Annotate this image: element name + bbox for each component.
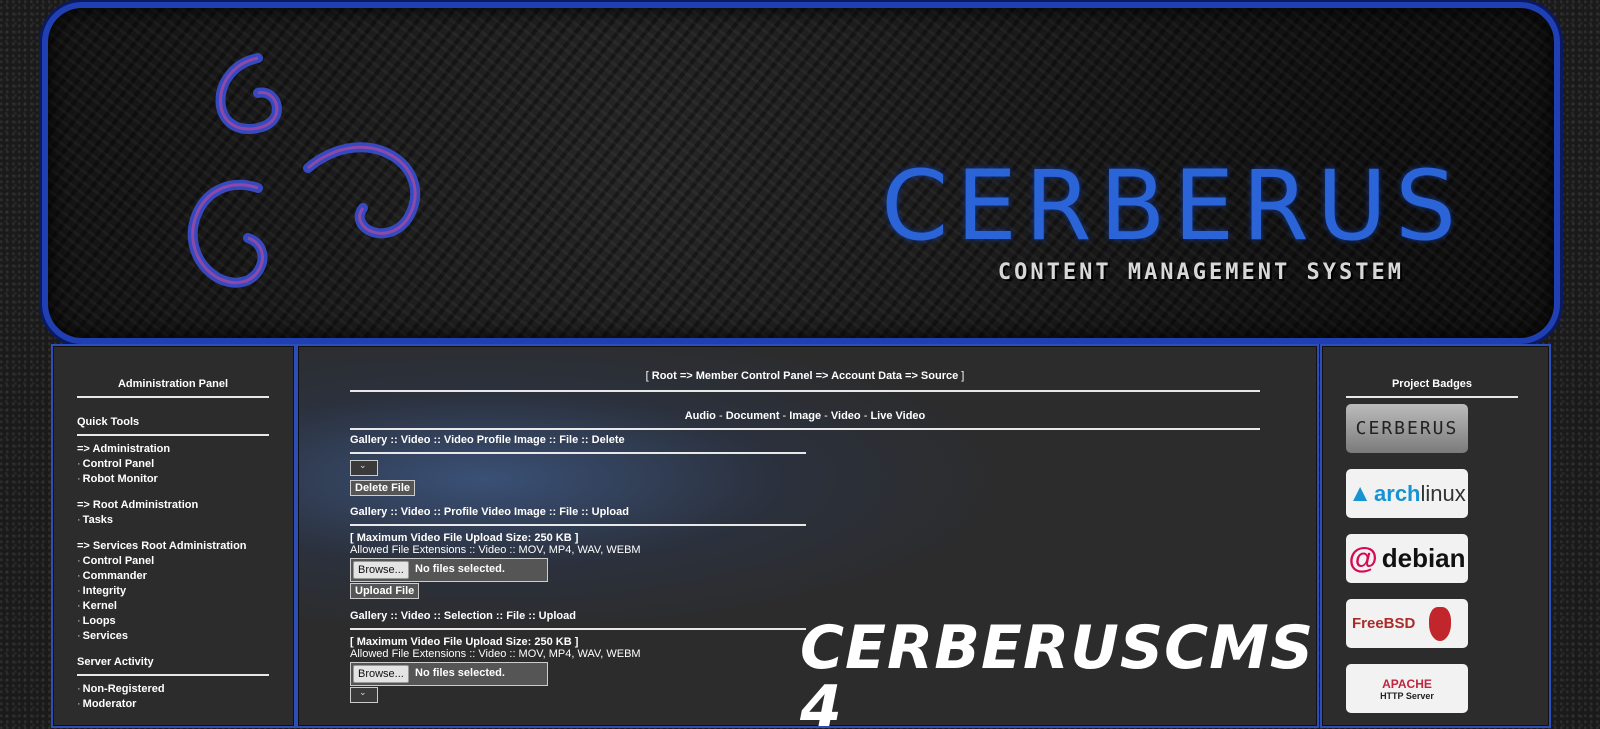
allowed-extensions-text: Allowed File Extensions :: Video :: MOV,…	[350, 544, 641, 556]
main-content: [ Root => Member Control Panel => Accoun…	[296, 344, 1319, 728]
bullet-icon: ·	[77, 514, 81, 526]
divider	[350, 628, 806, 630]
divider	[77, 434, 269, 436]
chevron-down-icon: ⌄	[359, 687, 367, 697]
badge-debian[interactable]: @ debian	[1346, 534, 1468, 583]
server-activity-heading: Server Activity	[77, 656, 154, 668]
browse-button[interactable]: Browse...	[353, 561, 409, 579]
badge-archlinux[interactable]: ▲ arch linux	[1346, 469, 1468, 518]
cms-watermark: CERBERUSCMS 4	[800, 613, 1315, 728]
divider	[1346, 396, 1518, 398]
bullet-icon: ·	[77, 698, 81, 710]
bullet-icon: ·	[77, 555, 81, 567]
delete-file-select[interactable]: ⌄	[350, 460, 378, 476]
bullet-icon: ·	[77, 600, 81, 612]
delete-file-button[interactable]: Delete File	[350, 480, 416, 496]
bsd-daemon-icon	[1429, 606, 1452, 641]
debian-swirl-icon: @	[1348, 541, 1378, 575]
header-banner: CERBERUS CONTENT MANAGEMENT SYSTEM	[48, 8, 1554, 338]
breadcrumb-path[interactable]: Root => Member Control Panel => Account …	[652, 370, 958, 382]
category-video[interactable]: Video	[831, 410, 861, 422]
bullet-icon: ·	[77, 585, 81, 597]
link-kernel[interactable]: · Kernel	[77, 599, 269, 614]
triskelion-logo-icon	[187, 53, 420, 288]
badge-cerberus-label: CERBERUS	[1355, 418, 1459, 439]
admin-panel-title: Administration Panel	[117, 378, 229, 390]
file-status-text: No files selected.	[415, 667, 505, 679]
divider	[350, 452, 806, 454]
divider	[350, 428, 1260, 430]
project-badges-title: Project Badges	[1391, 378, 1473, 390]
link-root-administration[interactable]: => Root Administration	[77, 498, 269, 513]
bullet-icon: ·	[77, 683, 81, 695]
link-services-control-panel[interactable]: · Control Panel	[77, 554, 269, 569]
quick-tools-heading: Quick Tools	[77, 416, 140, 428]
link-services[interactable]: · Services	[77, 629, 269, 644]
link-admin-control-panel[interactable]: · Control Panel	[77, 457, 269, 472]
arch-logo-icon: ▲	[1348, 479, 1373, 507]
delete-form: Gallery :: Video :: Video Profile Image …	[350, 434, 806, 496]
divider	[77, 674, 269, 676]
link-robot-monitor[interactable]: · Robot Monitor	[77, 472, 269, 487]
badges-sidebar: Project Badges CERBERUS ▲ arch linux @ de…	[1320, 344, 1551, 728]
category-image[interactable]: Image	[789, 410, 821, 422]
max-size-text: [ Maximum Video File Upload Size: 250 KB…	[350, 532, 579, 544]
banner-subtitle: CONTENT MANAGEMENT SYSTEM	[997, 260, 1404, 285]
bullet-icon: ·	[77, 570, 81, 582]
category-document[interactable]: Document	[726, 410, 780, 422]
breadcrumb: [ Root => Member Control Panel => Accoun…	[645, 370, 965, 382]
divider	[350, 390, 1260, 392]
upload-selection-form: Gallery :: Video :: Selection :: File ::…	[350, 610, 806, 706]
profile-file-input[interactable]: Browse... No files selected.	[350, 558, 548, 582]
upload-file-button[interactable]: Upload File	[350, 583, 420, 599]
category-nav: Audio - Document - Image - Video - Live …	[684, 410, 926, 422]
activity-non-registered: · Non-Registered	[77, 683, 165, 695]
link-services-root-administration[interactable]: => Services Root Administration	[77, 539, 269, 554]
divider	[350, 524, 806, 526]
activity-moderator: · Moderator	[77, 698, 137, 710]
bullet-icon: ·	[77, 615, 81, 627]
link-tasks[interactable]: · Tasks	[77, 513, 269, 528]
badge-cerberus[interactable]: CERBERUS	[1346, 404, 1468, 453]
divider	[77, 396, 269, 398]
selection-file-input[interactable]: Browse... No files selected.	[350, 662, 548, 686]
link-integrity[interactable]: · Integrity	[77, 584, 269, 599]
file-status-text: No files selected.	[415, 563, 505, 575]
delete-form-heading: Gallery :: Video :: Video Profile Image …	[350, 434, 625, 446]
max-size-text: [ Maximum Video File Upload Size: 250 KB…	[350, 636, 579, 648]
admin-sidebar: Administration Panel Quick Tools => Admi…	[51, 344, 296, 728]
banner-title: CERBERUS	[881, 150, 1464, 262]
upload-profile-form: Gallery :: Video :: Profile Video Image …	[350, 506, 806, 599]
link-commander[interactable]: · Commander	[77, 569, 269, 584]
category-audio[interactable]: Audio	[685, 410, 716, 422]
allowed-extensions-text: Allowed File Extensions :: Video :: MOV,…	[350, 648, 641, 660]
category-live-video[interactable]: Live Video	[870, 410, 925, 422]
upload-profile-heading: Gallery :: Video :: Profile Video Image …	[350, 506, 629, 518]
badge-apache[interactable]: APACHE HTTP Server	[1346, 664, 1468, 713]
badge-freebsd[interactable]: FreeBSD	[1346, 599, 1468, 648]
chevron-down-icon: ⌄	[359, 460, 367, 470]
bullet-icon: ·	[77, 473, 81, 485]
selection-select[interactable]: ⌄	[350, 687, 378, 703]
bullet-icon: ·	[77, 630, 81, 642]
link-loops[interactable]: · Loops	[77, 614, 269, 629]
upload-selection-heading: Gallery :: Video :: Selection :: File ::…	[350, 610, 576, 622]
link-administration[interactable]: => Administration	[77, 442, 269, 457]
bullet-icon: ·	[77, 458, 81, 470]
browse-button[interactable]: Browse...	[353, 665, 409, 683]
